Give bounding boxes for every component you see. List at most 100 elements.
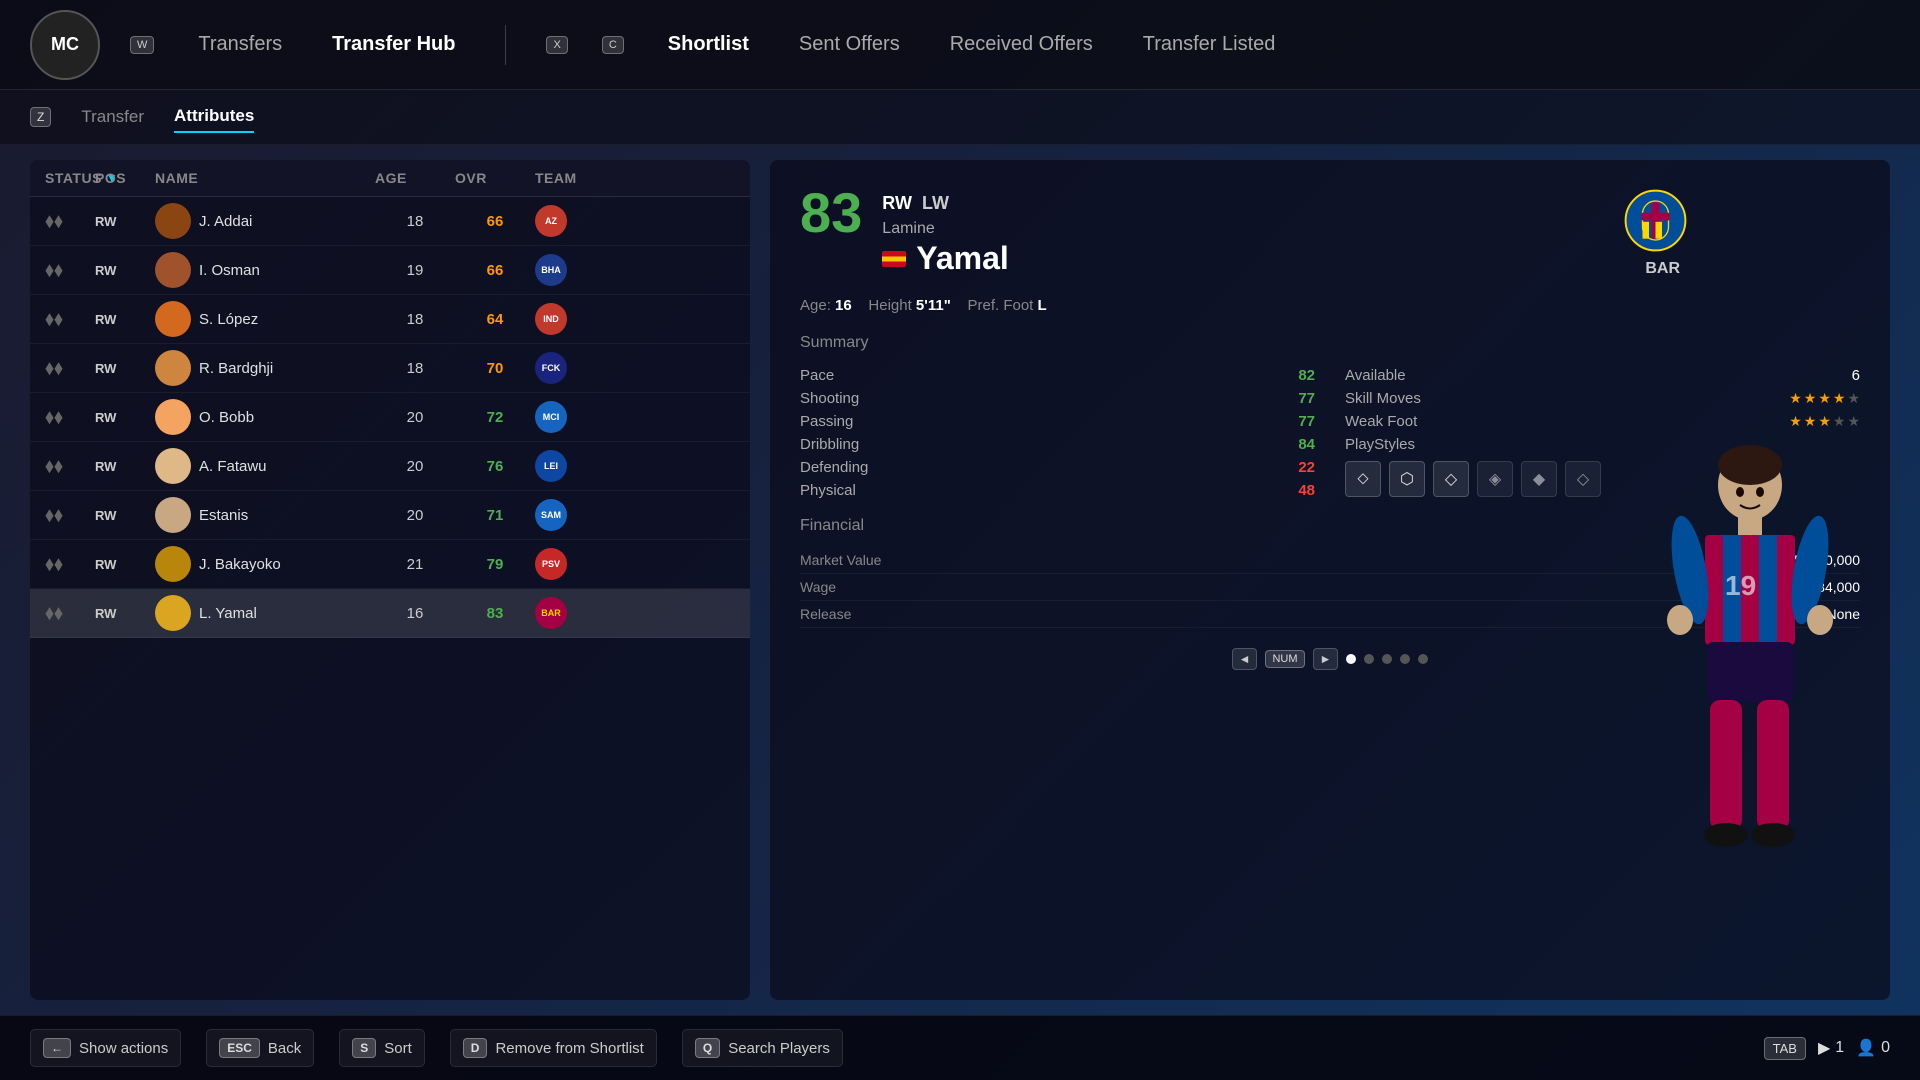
- stats-left: Pace 82 Shooting 77 Passing 77 Dribbling…: [800, 364, 1315, 502]
- spain-flag-icon: [882, 251, 906, 267]
- sub-tab-attributes[interactable]: Attributes: [174, 101, 254, 133]
- pos-3: RW: [95, 312, 155, 327]
- player-row-9[interactable]: ⬧⬧ RW L. Yamal 16 83 BAR: [30, 589, 750, 638]
- player-row-1[interactable]: ⬧⬧ RW J. Addai 18 66 AZ: [30, 197, 750, 246]
- pos-8: RW: [95, 557, 155, 572]
- physical-row: Physical 48: [800, 479, 1315, 502]
- pace-label: Pace: [800, 367, 834, 384]
- player-overall: 83: [800, 185, 862, 241]
- ovr-3: 64: [455, 311, 535, 328]
- ovr-5: 72: [455, 409, 535, 426]
- playstyle-5: ◆: [1521, 461, 1557, 497]
- available-label: Available: [1345, 367, 1406, 384]
- dot-5: [1418, 654, 1428, 664]
- player-row-7[interactable]: ⬧⬧ RW Estanis 20 71 SAM: [30, 491, 750, 540]
- header-age: Age: [375, 170, 455, 186]
- search-players-btn[interactable]: Q Search Players: [682, 1029, 843, 1067]
- player-name-3: S. López: [199, 311, 258, 328]
- transfer-hub-nav[interactable]: Transfer Hub: [322, 28, 465, 61]
- player-row-6[interactable]: ⬧⬧ RW A. Fatawu 20 76 LEI: [30, 442, 750, 491]
- pos-1: RW: [95, 214, 155, 229]
- z-key-badge: Z: [30, 107, 51, 127]
- player-name-2: I. Osman: [199, 262, 260, 279]
- ovr-7: 71: [455, 507, 535, 524]
- counter1-value: 1: [1835, 1039, 1844, 1057]
- player-row-3[interactable]: ⬧⬧ RW S. López 18 64 IND: [30, 295, 750, 344]
- status-icon-2: ⬧⬧: [45, 259, 95, 282]
- ovr-1: 66: [455, 213, 535, 230]
- player-row-5[interactable]: ⬧⬧ RW O. Bobb 20 72 MCI: [30, 393, 750, 442]
- key-x-badge: X: [546, 36, 567, 54]
- shooting-label: Shooting: [800, 390, 859, 407]
- tab-shortlist[interactable]: Shortlist: [658, 28, 759, 61]
- app-logo: MC: [30, 10, 100, 80]
- shooting-row: Shooting 77: [800, 387, 1315, 410]
- s-key: S: [352, 1038, 376, 1058]
- esc-key: ESC: [219, 1038, 260, 1058]
- avatar-9: [155, 595, 191, 631]
- pos-6: RW: [95, 459, 155, 474]
- tab-transfer-listed[interactable]: Transfer Listed: [1133, 28, 1286, 61]
- player-name-4: R. Bardghji: [199, 360, 273, 377]
- key-c-badge: C: [602, 36, 624, 54]
- player-name-7: Estanis: [199, 507, 248, 524]
- remove-shortlist-btn[interactable]: D Remove from Shortlist: [450, 1029, 657, 1067]
- weak-foot-label: Weak Foot: [1345, 413, 1417, 430]
- player-info-8: J. Bakayoko: [155, 546, 375, 582]
- age-4: 18: [375, 360, 455, 377]
- pace-row: Pace 82: [800, 364, 1315, 387]
- player-first-name: Lamine: [882, 220, 1009, 238]
- dribbling-row: Dribbling 84: [800, 433, 1315, 456]
- release-label: Release: [800, 606, 851, 622]
- d-key: D: [463, 1038, 488, 1058]
- player-info-4: R. Bardghji: [155, 350, 375, 386]
- player-age: 16: [835, 297, 852, 314]
- page-next-btn[interactable]: ►: [1313, 648, 1339, 670]
- counter2-value: 0: [1881, 1039, 1890, 1057]
- back-btn[interactable]: ESC Back: [206, 1029, 314, 1067]
- player-row-8[interactable]: ⬧⬧ RW J. Bakayoko 21 79 PSV: [30, 540, 750, 589]
- player-name-8: J. Bakayoko: [199, 556, 281, 573]
- status-icon-3: ⬧⬧: [45, 308, 95, 331]
- ovr-2: 66: [455, 262, 535, 279]
- team-badge-4: FCK: [535, 352, 567, 384]
- playstyle-1: ⬦: [1345, 461, 1381, 497]
- sort-btn[interactable]: S Sort: [339, 1029, 425, 1067]
- market-value-label: Market Value: [800, 552, 881, 568]
- pos-9: RW: [95, 606, 155, 621]
- show-actions-btn[interactable]: ← Show actions: [30, 1029, 181, 1067]
- physical-value: 48: [1298, 482, 1315, 499]
- avatar-1: [155, 203, 191, 239]
- ovr-8: 79: [455, 556, 535, 573]
- passing-row: Passing 77: [800, 410, 1315, 433]
- tab-sent-offers[interactable]: Sent Offers: [789, 28, 910, 61]
- player-info-2: I. Osman: [155, 252, 375, 288]
- age-5: 20: [375, 409, 455, 426]
- age-3: 18: [375, 311, 455, 328]
- page-prev-btn[interactable]: ◄: [1232, 648, 1258, 670]
- player-last-name: Yamal: [882, 240, 1009, 277]
- tab-received-offers[interactable]: Received Offers: [940, 28, 1103, 61]
- ovr-6: 76: [455, 458, 535, 475]
- status-icon-1: ⬧⬧: [45, 210, 95, 233]
- counter1: ▶ 1: [1818, 1038, 1844, 1058]
- playstyle-3: ◇: [1433, 461, 1469, 497]
- player-row-4[interactable]: ⬧⬧ RW R. Bardghji 18 70 FCK: [30, 344, 750, 393]
- primary-position: RW: [882, 193, 912, 214]
- age-7: 20: [375, 507, 455, 524]
- transfers-nav[interactable]: Transfers: [188, 28, 292, 61]
- physical-label: Physical: [800, 482, 856, 499]
- ovr-9: 83: [455, 605, 535, 622]
- age-label: Age:: [800, 297, 835, 314]
- sub-tab-transfer[interactable]: Transfer: [81, 102, 144, 132]
- player-detail-panel: 83 RW LW Lamine Yamal: [770, 160, 1890, 1000]
- avatar-4: [155, 350, 191, 386]
- search-label: Search Players: [728, 1040, 830, 1057]
- player-positions: RW LW: [882, 193, 1009, 214]
- sub-nav: Z Transfer Attributes: [0, 90, 1920, 145]
- player-row-2[interactable]: ⬧⬧ RW I. Osman 19 66 BHA: [30, 246, 750, 295]
- shooting-value: 77: [1298, 390, 1315, 407]
- status-icon-4: ⬧⬧: [45, 357, 95, 380]
- bottom-bar: ← Show actions ESC Back S Sort D Remove …: [0, 1015, 1920, 1080]
- header-status[interactable]: Status ▼: [45, 170, 95, 186]
